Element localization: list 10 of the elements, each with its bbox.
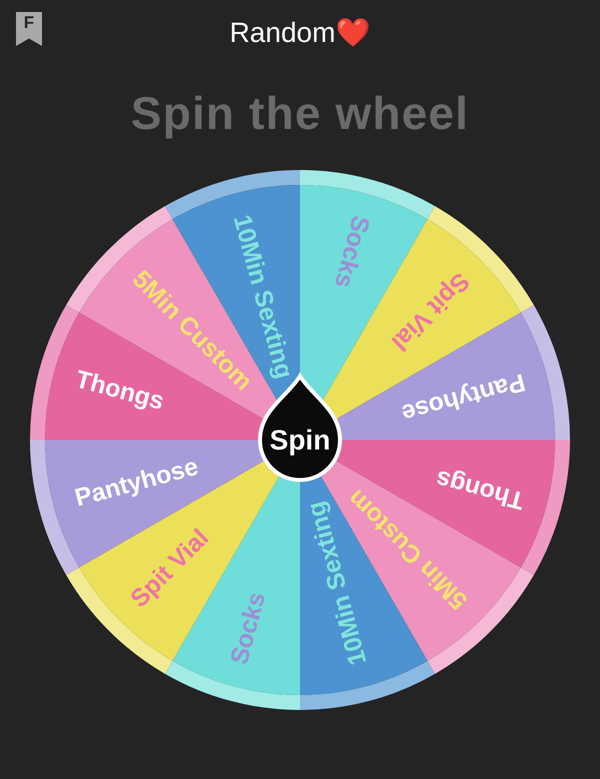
app-letter: F bbox=[24, 14, 34, 34]
window-title: Random❤ bbox=[230, 16, 370, 50]
segment-label: Socks bbox=[225, 588, 272, 668]
segment-label: Spit Vial bbox=[386, 267, 475, 356]
heading: Spin the wheel bbox=[130, 86, 470, 140]
segment-label: Socks bbox=[328, 212, 375, 292]
bookmark-icon[interactable]: F bbox=[16, 12, 42, 46]
segment-label: Thongs bbox=[72, 365, 168, 416]
segment-label: Spit Vial bbox=[125, 524, 214, 613]
segment-label: Thongs bbox=[432, 464, 528, 515]
